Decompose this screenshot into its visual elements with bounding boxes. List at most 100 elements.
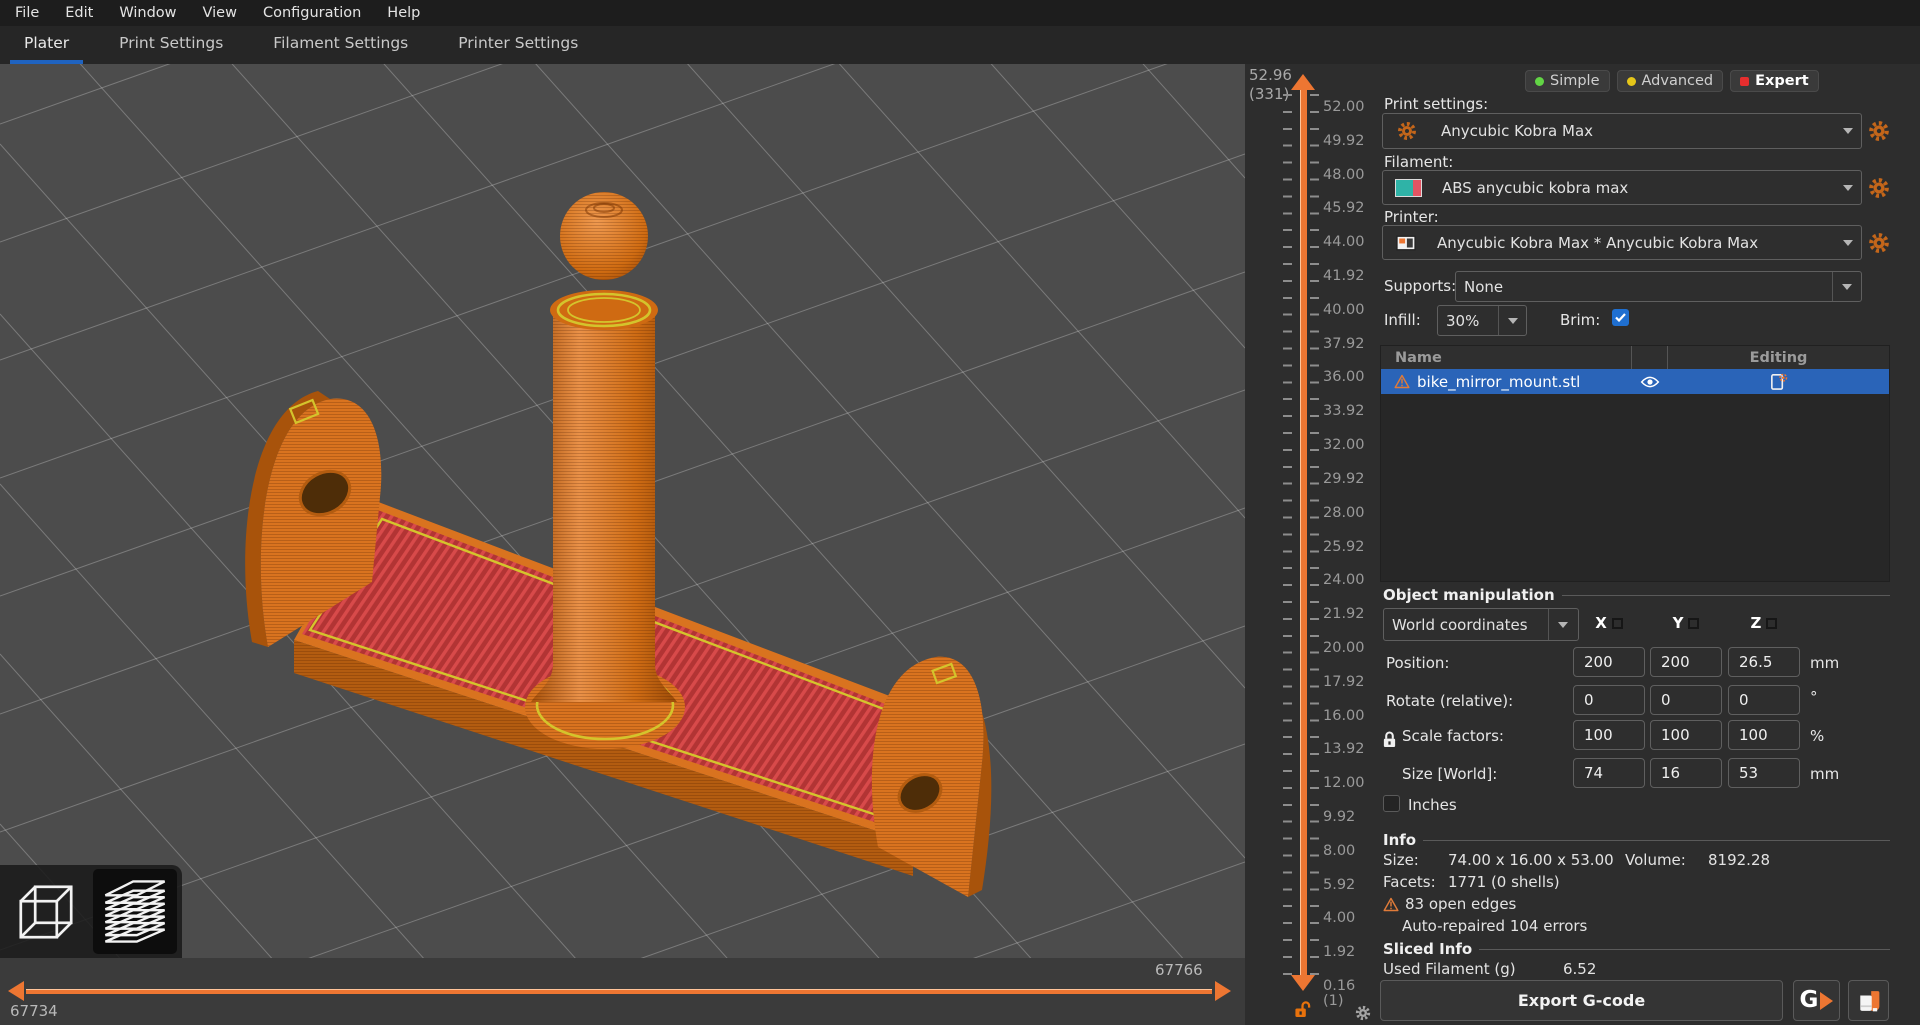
column-visibility[interactable]: [1631, 346, 1668, 369]
rotate-y-input[interactable]: [1650, 685, 1722, 715]
layer-scale-labels: 52.0049.9248.0045.9244.0041.9240.0037.92…: [1323, 64, 1379, 1025]
object-manipulation-title: Object manipulation: [1383, 586, 1890, 604]
infill-combo[interactable]: 30%: [1437, 305, 1527, 336]
3d-viewport[interactable]: 67766 67734: [0, 64, 1245, 1025]
gear-icon: [1397, 121, 1417, 141]
print-settings-gear-button[interactable]: [1868, 120, 1890, 142]
edit-object-icon[interactable]: [1769, 372, 1788, 391]
play-icon: [1820, 992, 1833, 1010]
horizontal-slider[interactable]: [26, 989, 1212, 994]
gcode-icon: G: [1800, 989, 1819, 1012]
scale-z-input[interactable]: [1728, 720, 1800, 750]
print-settings-label: Print settings:: [1384, 95, 1488, 113]
object-list-header: Name Editing: [1381, 346, 1889, 369]
layer-scale-label: 25.92: [1323, 539, 1365, 556]
filament-combo[interactable]: ABS anycubic kobra max: [1382, 170, 1862, 205]
layer-scale-label: 4.00: [1323, 910, 1355, 927]
size-x-input[interactable]: [1573, 758, 1645, 788]
column-name[interactable]: Name: [1381, 350, 1631, 366]
cube-icon: [10, 876, 82, 948]
chevron-down-icon: [1843, 240, 1853, 246]
slider-gear-icon[interactable]: [1355, 1005, 1371, 1021]
mode-simple[interactable]: Simple: [1525, 70, 1610, 92]
layer-scale-label: 32.00: [1323, 437, 1365, 454]
printer-gear-button[interactable]: [1868, 232, 1890, 254]
eye-icon[interactable]: [1640, 375, 1660, 389]
supports-combo[interactable]: None: [1455, 271, 1862, 302]
size-y-input[interactable]: [1650, 758, 1722, 788]
size-z-input[interactable]: [1728, 758, 1800, 788]
position-unit: mm: [1810, 654, 1839, 672]
printed-object[interactable]: [0, 64, 1245, 1025]
layer-scale-label: 33.92: [1323, 403, 1365, 420]
position-label: Position:: [1386, 654, 1449, 672]
printer-combo[interactable]: Anycubic Kobra Max * Anycubic Kobra Max: [1382, 225, 1862, 260]
scale-x-input[interactable]: [1573, 720, 1645, 750]
brim-label: Brim:: [1560, 311, 1600, 329]
layer-scale-label: 49.92: [1323, 133, 1365, 150]
menu-item[interactable]: File: [2, 0, 52, 26]
3d-editor-view-button[interactable]: [4, 869, 88, 954]
layer-scale-label: 12.00: [1323, 775, 1365, 792]
info-size-label: Size:: [1383, 851, 1419, 869]
hslider-right-arrow[interactable]: [1215, 981, 1231, 1001]
menu-item[interactable]: Configuration: [250, 0, 374, 26]
send-gcode-button[interactable]: G: [1793, 980, 1840, 1021]
supports-label: Supports:: [1384, 277, 1456, 295]
brim-checkbox[interactable]: [1612, 309, 1629, 326]
unlock-icon[interactable]: [1294, 1000, 1311, 1019]
layer-slider-bar[interactable]: [1300, 90, 1307, 975]
layer-scale-label: 21.92: [1323, 606, 1365, 623]
rotate-unit: °: [1810, 688, 1818, 706]
menu-item[interactable]: Edit: [52, 0, 106, 26]
tab-printer-settings[interactable]: Printer Settings: [444, 34, 592, 64]
filament-swatch-icon: [1395, 179, 1422, 197]
menu-item[interactable]: Help: [374, 0, 433, 26]
info-title: Info: [1383, 831, 1890, 849]
tab-bar: Plater Print Settings Filament Settings …: [0, 26, 1920, 64]
position-x-input[interactable]: [1573, 647, 1645, 677]
info-facets-label: Facets:: [1383, 873, 1436, 891]
menu-item[interactable]: Window: [106, 0, 189, 26]
print-settings-combo[interactable]: Anycubic Kobra Max: [1382, 113, 1862, 149]
layer-slider-down-arrow[interactable]: [1291, 975, 1315, 991]
layer-scale-label: 17.92: [1323, 674, 1365, 691]
scale-y-input[interactable]: [1650, 720, 1722, 750]
coordinates-combo[interactable]: World coordinates: [1383, 608, 1579, 641]
tab-filament-settings[interactable]: Filament Settings: [259, 34, 422, 64]
layer-scale-label: 1.92: [1323, 944, 1355, 961]
position-z-input[interactable]: [1728, 647, 1800, 677]
column-editing[interactable]: Editing: [1668, 350, 1889, 366]
rotate-z-input[interactable]: [1728, 685, 1800, 715]
menu-item[interactable]: View: [190, 0, 250, 26]
object-row[interactable]: bike_mirror_mount.stl: [1381, 369, 1889, 394]
mode-expert[interactable]: Expert: [1730, 70, 1819, 92]
export-to-sd-button[interactable]: [1848, 980, 1889, 1021]
chevron-down-icon: [1843, 185, 1853, 191]
lock-icon[interactable]: [1382, 730, 1397, 749]
axis-chip-icon: [1688, 618, 1699, 629]
current-layer-height: 52.96: [1249, 66, 1292, 84]
filament-gear-button[interactable]: [1868, 177, 1890, 199]
size-label: Size [World]:: [1402, 765, 1497, 783]
layer-scale-label: 52.00: [1323, 99, 1365, 116]
tab-plater[interactable]: Plater: [10, 34, 83, 64]
object-name: bike_mirror_mount.stl: [1417, 373, 1580, 391]
inches-checkbox[interactable]: [1383, 795, 1400, 812]
info-size-value: 74.00 x 16.00 x 53.00: [1448, 851, 1614, 869]
layers-icon: [98, 875, 172, 949]
export-gcode-button[interactable]: Export G-code: [1380, 980, 1783, 1021]
warning-icon: [1383, 897, 1399, 912]
layers-preview-button[interactable]: [93, 869, 177, 954]
rotate-x-input[interactable]: [1573, 685, 1645, 715]
axis-header-z: Z: [1728, 614, 1800, 632]
hslider-min-value: 67734: [10, 1002, 58, 1020]
layer-slider-up-arrow[interactable]: [1291, 74, 1315, 90]
inches-label: Inches: [1408, 796, 1457, 814]
mode-advanced[interactable]: Advanced: [1617, 70, 1724, 92]
position-y-input[interactable]: [1650, 647, 1722, 677]
tab-print-settings[interactable]: Print Settings: [105, 34, 237, 64]
hslider-left-arrow[interactable]: [8, 981, 24, 1001]
printer-label: Printer:: [1384, 208, 1439, 226]
view-mode-switcher: [0, 865, 182, 958]
